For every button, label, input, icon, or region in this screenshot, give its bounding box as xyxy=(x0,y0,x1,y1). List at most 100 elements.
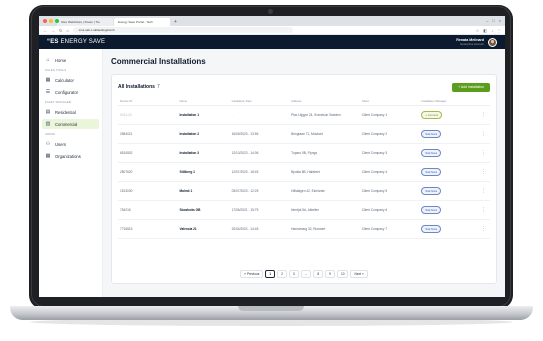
organizations-icon: ▦ xyxy=(45,153,51,159)
browser-actions: ☆ ◧ ↓ ⋮ xyxy=(476,28,501,33)
page-button-9[interactable]: 9 xyxy=(325,270,335,278)
row-actions-icon[interactable]: ⋮ xyxy=(475,181,490,201)
table-header-row: Device ID Name Installation Date Address… xyxy=(118,97,490,106)
sidebar-item-organizations[interactable]: ▦ Organizations xyxy=(39,151,102,161)
installation-manager-cell: Stat.Nora xyxy=(419,124,476,144)
manager-badge[interactable]: Stat.Nora xyxy=(421,129,442,138)
sidebar: ⌂ Home SALES TOOLS ▦ Calculator ☰ Config… xyxy=(39,49,103,297)
commercial-icon: ▥ xyxy=(45,121,51,127)
previous-page-button[interactable]: « Previous xyxy=(240,270,264,278)
installation-date-cell: - xyxy=(229,105,290,125)
table-row[interactable]: 2984021 Installation 2 16/09/2023 - 13:56 B… xyxy=(118,124,490,144)
download-icon[interactable]: ↓ xyxy=(491,28,493,33)
sidebar-item-label: Configurator xyxy=(55,89,79,95)
row-actions-icon[interactable]: ⋮ xyxy=(475,105,490,125)
new-tab-icon[interactable]: + xyxy=(171,18,180,26)
sidebar-item-home[interactable]: ⌂ Home xyxy=(39,55,102,65)
table-row[interactable]: 1513030 Malmö 1 05/07/2023 - 12:25 Håldalge… xyxy=(118,181,490,201)
table-row[interactable]: 6510802 Installation 3 12/10/2023 - 14:06 T… xyxy=(118,143,490,163)
back-icon[interactable]: ← xyxy=(43,28,47,33)
main-content: Commercial Installations All Installatio… xyxy=(103,49,505,297)
page-button-2[interactable]: 2 xyxy=(277,270,287,278)
connect-manager-button[interactable]: + Connect xyxy=(421,110,443,119)
star-icon[interactable]: ☆ xyxy=(476,28,480,33)
extensions-icon[interactable]: ◧ xyxy=(483,28,487,33)
minimize-window-icon[interactable] xyxy=(49,19,53,23)
sidebar-item-commercial[interactable]: ▥ Commercial xyxy=(42,119,99,129)
address-cell: Tuparo 5B, Flyngs xyxy=(289,143,360,163)
table-row[interactable]: 7716515 Valencia 21 20/04/2024 - 14:45 Harn… xyxy=(118,219,490,239)
installation-date-cell: 12/10/2023 - 14:06 xyxy=(229,143,290,163)
sidebar-item-users[interactable]: ⚇ Users xyxy=(39,139,102,149)
page-button-8[interactable]: 8 xyxy=(313,270,324,278)
menu-icon[interactable]: ⋮ xyxy=(497,28,501,33)
manager-badge[interactable]: Stat.Nora xyxy=(421,224,442,233)
manager-badge[interactable]: Stat.Nora xyxy=(421,148,442,157)
next-page-button[interactable]: Next » xyxy=(350,270,368,278)
manager-badge[interactable]: Stat.Nora xyxy=(421,167,442,176)
installations-table: Device ID Name Installation Date Address… xyxy=(118,97,490,239)
manager-badge[interactable]: Stat.Nora xyxy=(421,205,442,214)
users-icon: ⚇ xyxy=(45,141,51,147)
column-header[interactable]: Address xyxy=(289,97,360,106)
client-cell: Client Company 3 xyxy=(359,143,420,163)
user-menu[interactable]: Renata Melinard Enterprise Account xyxy=(456,37,497,47)
column-header[interactable]: Client xyxy=(359,97,420,106)
column-header[interactable]: Name xyxy=(177,97,230,106)
laptop-mockup: Glex Welshiture | Power | Tre Energy Sav… xyxy=(0,0,543,341)
row-actions-icon[interactable]: ⋮ xyxy=(475,124,490,144)
table-row[interactable]: 0014-23 Installation 1- Plac Liljgyol 24, … xyxy=(118,105,490,125)
installation-date-cell: 05/07/2023 - 12:25 xyxy=(229,181,290,201)
page-button-1[interactable]: 1 xyxy=(265,270,276,278)
column-header[interactable]: Installation Date xyxy=(229,97,290,106)
restore-icon[interactable]: □ xyxy=(492,18,494,23)
maximize-window-icon[interactable] xyxy=(55,19,59,23)
home-browser-icon[interactable]: ⌂ xyxy=(66,28,68,33)
installation-date-cell: 16/09/2023 - 13:56 xyxy=(229,124,290,144)
reload-icon[interactable]: ↻ xyxy=(59,28,62,33)
browser-tab-active[interactable]: Energy Save Portal - Tech xyxy=(114,18,170,26)
avatar[interactable] xyxy=(488,37,497,47)
installation-name-cell: Malmö 1 xyxy=(177,181,230,201)
sidebar-item-configurator[interactable]: ☰ Configurator xyxy=(39,87,102,97)
close-icon[interactable]: × xyxy=(499,18,501,23)
configurator-icon: ☰ xyxy=(45,89,51,95)
logo-mark: “ES xyxy=(47,39,59,45)
installation-manager-cell: Stat.Nora xyxy=(419,162,476,182)
close-window-icon[interactable] xyxy=(43,19,47,23)
page-button-3[interactable]: 3 xyxy=(288,270,299,278)
logo[interactable]: “ES ENERGY SAVE xyxy=(47,39,105,45)
page-button-10[interactable]: 10 xyxy=(336,270,349,278)
browser-tab[interactable]: Glex Welshiture | Power | Tre xyxy=(57,18,113,26)
minimize-icon[interactable]: – xyxy=(486,18,488,23)
sidebar-item-calculator[interactable]: ▦ Calculator xyxy=(39,75,102,85)
user-info: Renata Melinard Enterprise Account xyxy=(456,38,484,46)
calculator-icon: ▦ xyxy=(45,77,51,83)
installation-name-cell: Installation 3 xyxy=(177,143,230,163)
sidebar-item-residential[interactable]: ▤ Residential xyxy=(39,107,102,117)
table-row[interactable]: 2807620 Stillberg 1 12/07/2023 - 18:45 Bjor… xyxy=(118,162,490,182)
table-row[interactable]: 754216 Sboshnäs GB 17/06/2021 - 15:75 Nerrt… xyxy=(118,200,490,220)
device-id-cell: 6510802 xyxy=(118,143,178,163)
row-actions-icon[interactable]: ⋮ xyxy=(475,143,490,163)
installation-date-cell: 20/04/2024 - 14:45 xyxy=(229,219,290,239)
column-header[interactable]: Installation Manager xyxy=(419,97,476,106)
installation-name-cell: Valencia 21 xyxy=(177,219,230,239)
logo-text: ENERGY SAVE xyxy=(60,39,106,45)
client-cell: Client Company 6 xyxy=(359,200,420,220)
row-actions-icon[interactable]: ⋮ xyxy=(475,200,490,220)
row-actions-icon[interactable]: ⋮ xyxy=(475,162,490,182)
client-cell: Client Company 5 xyxy=(359,181,420,201)
installation-manager-cell: + Connect xyxy=(419,105,476,125)
client-cell: Client Company 4 xyxy=(359,162,420,182)
manager-badge[interactable]: Stat.Nora xyxy=(421,186,442,195)
address-cell: Bengtaan 71, Moskvet xyxy=(289,124,360,144)
url-input[interactable]: cms.usb.c.ukl/settings/cmh xyxy=(72,27,293,33)
row-actions-icon[interactable]: ⋮ xyxy=(475,219,490,239)
page-title: Commercial Installations xyxy=(111,57,206,66)
add-installation-button[interactable]: + Add Installation xyxy=(452,82,490,92)
card-title: All Installations xyxy=(118,84,155,90)
app-header: “ES ENERGY SAVE Renata Melinard Enterpri… xyxy=(39,35,505,49)
column-header[interactable]: Device ID xyxy=(118,97,178,106)
forward-icon[interactable]: → xyxy=(51,28,55,33)
